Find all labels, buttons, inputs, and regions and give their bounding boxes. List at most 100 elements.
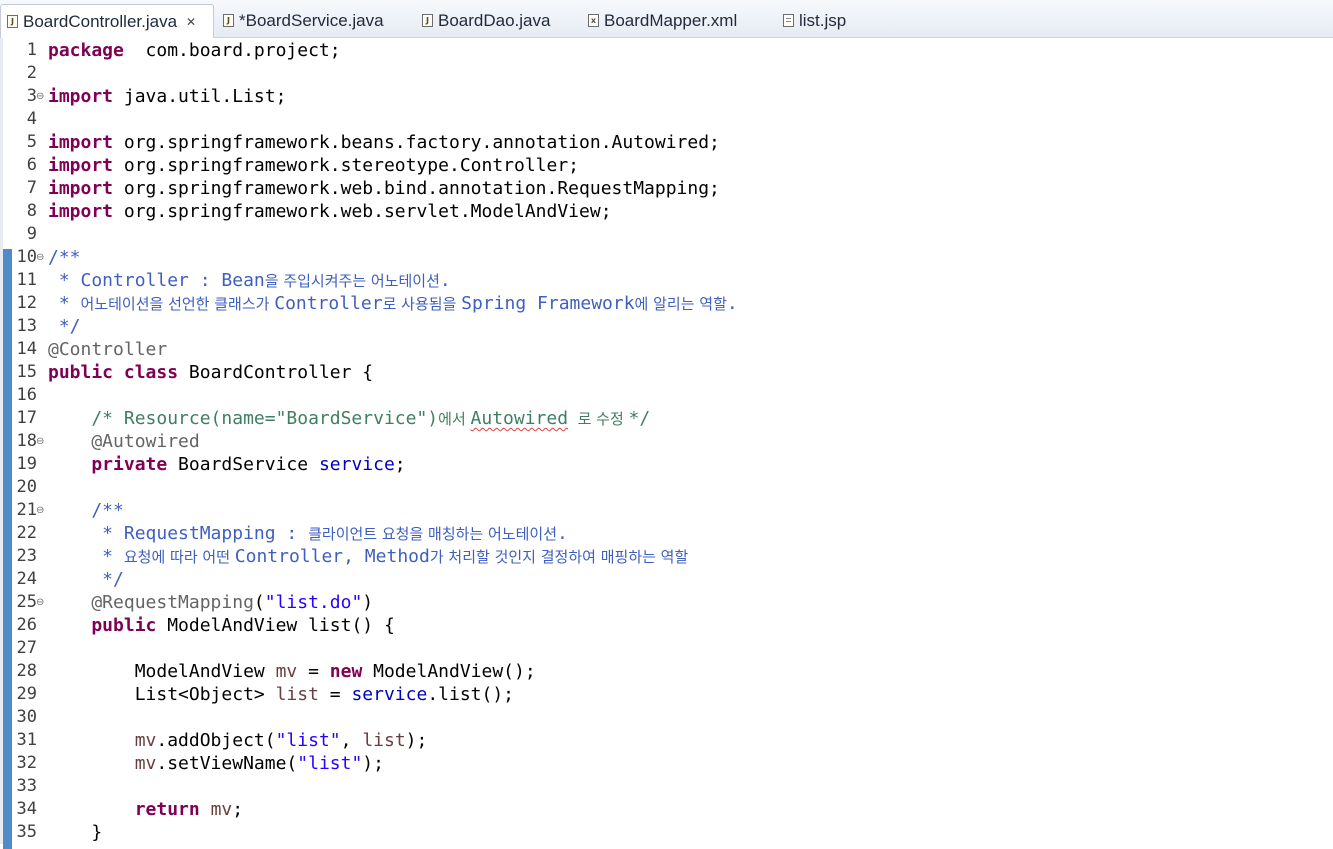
code-editor[interactable]: 1 package com.board.project; 2 3 ⊖ import jav…: [0, 38, 1333, 849]
code-token: /**: [48, 247, 81, 268]
code-token: org.springframework.web.bind.annotation.…: [113, 178, 720, 199]
code-text: /**: [48, 246, 81, 269]
code-line[interactable]: 6 import org.springframework.stereotype.C…: [0, 154, 1333, 177]
code-token: Controller, Method: [234, 546, 430, 567]
code-token: java.util.List;: [113, 86, 287, 107]
code-line[interactable]: 33: [0, 775, 1333, 798]
code-line[interactable]: 30: [0, 706, 1333, 729]
code-line[interactable]: 34 return mv;: [0, 798, 1333, 821]
code-token: );: [362, 753, 384, 774]
code-line[interactable]: 8 import org.springframework.web.servlet.…: [0, 200, 1333, 223]
code-line[interactable]: 24 */: [0, 568, 1333, 591]
code-line[interactable]: 22 * RequestMapping : 클라이언트 요청을 매칭하는 어노테…: [0, 522, 1333, 545]
line-number: 21: [16, 500, 37, 520]
close-tab-icon[interactable]: ✕: [186, 15, 196, 29]
code-token: @Autowired: [48, 431, 200, 452]
code-token: ,: [340, 730, 363, 751]
tab-list-jsp[interactable]: list.jsp: [777, 4, 867, 37]
code-line[interactable]: 32 mv.setViewName("list");: [0, 752, 1333, 775]
line-number: 14: [16, 339, 37, 359]
code-token: .list();: [427, 684, 515, 705]
code-line[interactable]: 28 ModelAndView mv = new ModelAndView();: [0, 660, 1333, 683]
tab-boardcontroller-java[interactable]: J BoardController.java ✕: [0, 4, 214, 38]
code-line[interactable]: 7 import org.springframework.web.bind.ann…: [0, 177, 1333, 200]
line-number: 15: [16, 362, 37, 382]
code-token: 클라이언트 요청을 매칭하는 어노테이션: [308, 525, 557, 543]
line-number: 18: [16, 431, 37, 451]
line-number: 7: [26, 178, 37, 198]
code-token: ModelAndView list() {: [156, 615, 395, 636]
tab-label: BoardController.java: [23, 11, 178, 31]
code-line[interactable]: 20: [0, 476, 1333, 499]
collapse-fold-icon[interactable]: ⊖: [36, 246, 44, 269]
code-token: Autowired: [470, 408, 569, 429]
code-token: BoardController {: [178, 362, 374, 383]
code-token: package: [48, 40, 124, 61]
code-line[interactable]: 10 ⊖/**: [0, 246, 1333, 269]
code-text: mv.addObject("list", list);: [48, 729, 428, 752]
line-number: 19: [16, 454, 37, 474]
code-line[interactable]: 3 ⊖ import java.util.List;: [0, 85, 1333, 108]
code-line[interactable]: 16: [0, 384, 1333, 407]
code-line[interactable]: 17 /* Resource(name="BoardService")에서 Au…: [0, 407, 1333, 430]
code-line[interactable]: 14 @Controller: [0, 338, 1333, 361]
code-token: List<Object>: [48, 684, 276, 705]
tab-boarddao-java[interactable]: J BoardDao.java: [416, 4, 580, 37]
line-number: 31: [16, 730, 37, 750]
code-token: 에서: [438, 410, 471, 428]
code-line[interactable]: 11 * Controller : Bean을 주입시켜주는 어노테이션.: [0, 269, 1333, 292]
code-token: }: [48, 822, 103, 843]
line-number: 6: [26, 155, 37, 175]
code-token: class: [123, 362, 179, 383]
code-token: 요청에 따라 어떤: [123, 548, 235, 566]
code-token: service: [351, 684, 428, 705]
code-token: BoardService: [167, 454, 319, 475]
code-token: Spring Framework: [461, 293, 635, 314]
code-line[interactable]: 15 public class BoardController {: [0, 361, 1333, 384]
code-line[interactable]: 26 public ModelAndView list() {: [0, 614, 1333, 637]
line-number: 16: [16, 385, 37, 405]
collapse-fold-icon[interactable]: ⊖: [36, 591, 44, 614]
code-text: package com.board.project;: [48, 39, 341, 62]
code-token: ModelAndView: [48, 661, 276, 682]
code-line[interactable]: 25 ⊖ @RequestMapping("list.do"): [0, 591, 1333, 614]
code-line[interactable]: 9: [0, 223, 1333, 246]
code-line[interactable]: 21 ⊖ /**: [0, 499, 1333, 522]
code-line[interactable]: 19 private BoardService service;: [0, 453, 1333, 476]
code-line[interactable]: 4: [0, 108, 1333, 131]
code-token: public: [48, 615, 157, 636]
collapse-fold-icon[interactable]: ⊖: [36, 430, 44, 453]
code-line[interactable]: 2: [0, 62, 1333, 85]
collapse-fold-icon[interactable]: ⊖: [36, 85, 44, 108]
code-line[interactable]: 27: [0, 637, 1333, 660]
code-token: import: [48, 178, 114, 199]
code-line[interactable]: 31 mv.addObject("list", list);: [0, 729, 1333, 752]
code-token: @RequestMapping: [48, 592, 254, 613]
code-line[interactable]: 5 import org.springframework.beans.factor…: [0, 131, 1333, 154]
collapse-fold-icon[interactable]: ⊖: [36, 499, 44, 522]
code-token: org.springframework.stereotype.Controlle…: [113, 155, 580, 176]
code-line[interactable]: 1 package com.board.project;: [0, 39, 1333, 62]
code-token: service: [318, 454, 395, 475]
code-token: (: [253, 592, 265, 613]
code-line[interactable]: 18 ⊖ @Autowired: [0, 430, 1333, 453]
code-line[interactable]: 35 }: [0, 821, 1333, 844]
code-text: List<Object> list = service.list();: [48, 683, 514, 706]
code-token: public: [48, 362, 114, 383]
code-text: * 요청에 따라 어떤 Controller, Method가 처리할 것인지 …: [48, 545, 688, 569]
line-number: 20: [16, 477, 37, 497]
code-line[interactable]: 23 * 요청에 따라 어떤 Controller, Method가 처리할 것…: [0, 545, 1333, 568]
code-line[interactable]: 29 List<Object> list = service.list();: [0, 683, 1333, 706]
code-token: list: [362, 730, 406, 751]
code-token: .: [557, 523, 568, 544]
code-token: */: [48, 569, 124, 590]
tab-boardmapper-xml[interactable]: x BoardMapper.xml: [582, 4, 774, 37]
code-line[interactable]: 13 */: [0, 315, 1333, 338]
line-number: 24: [16, 569, 37, 589]
line-number: 12: [16, 293, 37, 313]
code-token: *: [48, 293, 81, 314]
tab-boardservice-java[interactable]: J *BoardService.java: [217, 4, 413, 37]
line-number: 17: [16, 408, 37, 428]
code-line[interactable]: 12 * 어노테이션을 선언한 클래스가 Controller로 사용됨을 Sp…: [0, 292, 1333, 315]
